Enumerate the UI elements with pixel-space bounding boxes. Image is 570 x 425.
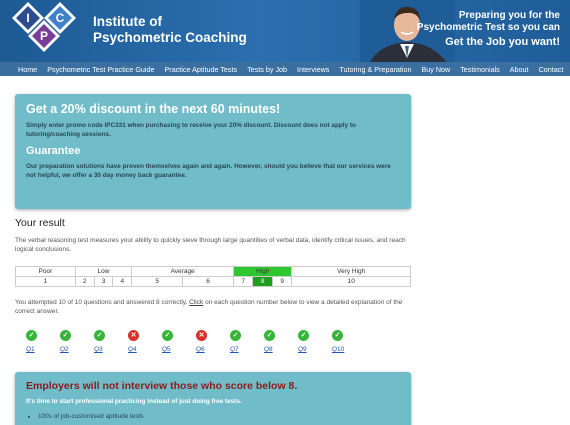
question-item: ✓ Q2 — [60, 330, 94, 353]
cross-icon: ✕ — [128, 330, 139, 341]
question-link-q6[interactable]: Q6 — [196, 346, 205, 353]
promo-title: Get a 20% discount in the next 60 minute… — [26, 102, 281, 116]
nav-tests-by-job[interactable]: Tests by Job — [242, 65, 292, 74]
main-nav: Home Psychometric Test Practice Guide Pr… — [0, 62, 570, 76]
question-link-q2[interactable]: Q2 — [60, 346, 69, 353]
nav-testimonials[interactable]: Testimonials — [455, 65, 505, 74]
scale-scores-row: 1 2 3 4 5 6 7 8 9 10 — [15, 276, 411, 287]
cross-icon: ✕ — [196, 330, 207, 341]
check-icon: ✓ — [26, 330, 37, 341]
question-link-q8[interactable]: Q8 — [264, 346, 273, 353]
question-item: ✓ Q9 — [298, 330, 332, 353]
tagline-line-2: Psychometric Test so you can — [416, 22, 560, 33]
level-high: High — [233, 266, 293, 277]
question-link-q7[interactable]: Q7 — [230, 346, 239, 353]
guarantee-text: Our preparation solutions have proven th… — [26, 163, 391, 179]
nav-practice-aptitude-tests[interactable]: Practice Aptitude Tests — [160, 65, 243, 74]
employers-title: Employers will not interview those who s… — [26, 380, 298, 392]
employers-list: 100s of job-customised aptitude tests — [26, 413, 400, 420]
question-link-q3[interactable]: Q3 — [94, 346, 103, 353]
score-cell: 4 — [112, 276, 133, 287]
promo-box: Get a 20% discount in the next 60 minute… — [15, 94, 411, 209]
question-item: ✓ Q10 — [332, 330, 366, 353]
check-icon: ✓ — [60, 330, 71, 341]
question-item: ✕ Q4 — [128, 330, 162, 353]
score-cell: 5 — [131, 276, 184, 287]
question-link-q9[interactable]: Q9 — [298, 346, 307, 353]
guarantee-title: Guarantee — [26, 145, 81, 157]
score-cell: 10 — [291, 276, 411, 287]
level-low: Low — [74, 266, 133, 277]
employers-box: Employers will not interview those who s… — [15, 372, 411, 425]
check-icon: ✓ — [264, 330, 275, 341]
question-link-q4[interactable]: Q4 — [128, 346, 137, 353]
score-cell-current: 8 — [252, 276, 273, 287]
check-icon: ✓ — [94, 330, 105, 341]
nav-about[interactable]: About — [505, 65, 534, 74]
level-average: Average — [131, 266, 235, 277]
scale-levels-row: Poor Low Average High Very High — [15, 266, 411, 277]
nav-practice-guide[interactable]: Psychometric Test Practice Guide — [42, 65, 159, 74]
nav-home[interactable]: Home — [0, 65, 42, 74]
question-item: ✓ Q3 — [94, 330, 128, 353]
nav-contact[interactable]: Contact — [534, 65, 569, 74]
check-icon: ✓ — [162, 330, 173, 341]
promo-text: Simply enter promo code IPC331 when purc… — [26, 122, 356, 138]
question-item: ✓ Q1 — [26, 330, 60, 353]
attempt-summary: You attempted 10 of 10 questions and ans… — [15, 298, 411, 316]
question-link-q1[interactable]: Q1 — [26, 346, 35, 353]
logo-letter-p: P — [40, 29, 48, 43]
question-item: ✓ Q5 — [162, 330, 196, 353]
question-list: ✓ Q1 ✓ Q2 ✓ Q3 ✕ Q4 ✓ Q5 ✕ Q6 ✓ Q7 ✓ Q8 ✓ Q9 ✓ Q10 — [26, 330, 366, 353]
header-tagline: Preparing you for the Psychometric Test … — [400, 10, 560, 48]
brand-line-2: Psychometric Coaching — [93, 30, 247, 45]
level-very-high: Very High — [291, 266, 411, 277]
site-header: I C P Institute of Psychometric Coaching… — [0, 0, 570, 62]
question-item: ✕ Q6 — [196, 330, 230, 353]
check-icon: ✓ — [230, 330, 241, 341]
result-title: Your result — [15, 217, 65, 229]
question-link-q10[interactable]: Q10 — [332, 346, 344, 353]
check-icon: ✓ — [332, 330, 343, 341]
question-item: ✓ Q8 — [264, 330, 298, 353]
attempt-click-link[interactable]: Click — [189, 299, 203, 306]
score-cell: 6 — [182, 276, 235, 287]
nav-buy-now[interactable]: Buy Now — [416, 65, 455, 74]
employers-text: It's time to start professional practici… — [26, 398, 242, 405]
ipc-logo-icon[interactable]: I C P — [10, 0, 90, 60]
list-item: 100s of job-customised aptitude tests — [38, 413, 400, 420]
nav-tutoring[interactable]: Tutoring & Preparation — [334, 65, 416, 74]
check-icon: ✓ — [298, 330, 309, 341]
question-item: ✓ Q7 — [230, 330, 264, 353]
tagline-line-3: Get the Job you want! — [445, 36, 560, 48]
logo-letter-c: C — [56, 11, 65, 25]
score-scale: Poor Low Average High Very High 1 2 3 4 … — [15, 266, 411, 287]
logo-letter-i: I — [26, 11, 29, 25]
score-cell: 7 — [233, 276, 254, 287]
brand-line-1: Institute of — [93, 14, 162, 29]
result-description: The verbal reasoning test measures your … — [15, 237, 406, 253]
nav-interviews[interactable]: Interviews — [292, 65, 334, 74]
score-cell: 3 — [93, 276, 114, 287]
tagline-line-1: Preparing you for the — [458, 10, 560, 21]
score-cell: 9 — [271, 276, 293, 287]
score-cell: 2 — [74, 276, 95, 287]
brand-name[interactable]: Institute of Psychometric Coaching — [93, 14, 247, 46]
question-link-q5[interactable]: Q5 — [162, 346, 171, 353]
score-cell: 1 — [15, 276, 76, 287]
level-poor: Poor — [15, 266, 76, 277]
attempt-prefix: You attempted 10 of 10 questions and ans… — [15, 299, 190, 306]
